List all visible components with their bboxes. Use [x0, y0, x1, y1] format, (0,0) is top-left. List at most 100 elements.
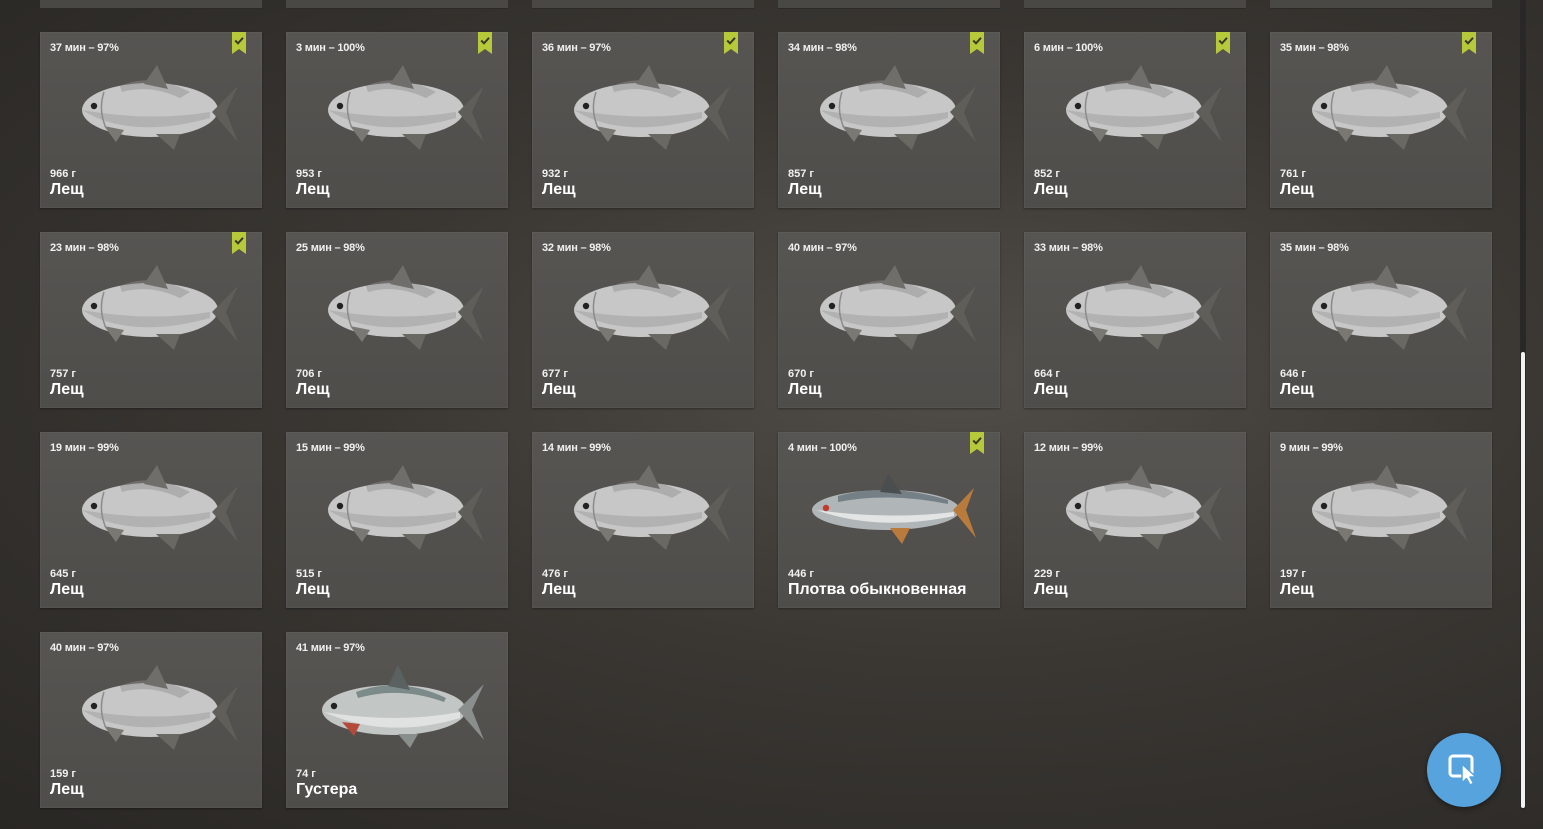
catch-time-quality: 37 мин – 97% [50, 42, 119, 54]
fish-name: Лещ [1034, 581, 1068, 598]
fish-name: Лещ [788, 381, 822, 398]
fish-card[interactable]: 25 мин – 98% 706 г Лещ [286, 232, 508, 408]
fish-card[interactable]: 37 мин – 97% 966 г Лещ [40, 32, 262, 208]
fish-card[interactable]: 36 мин – 97% 932 г Лещ [532, 32, 754, 208]
catch-time-quality: 12 мин – 99% [1034, 442, 1103, 454]
fish-name: Лещ [50, 381, 84, 398]
bream-fish-image [1290, 262, 1472, 354]
fish-card[interactable]: 40 мин – 97% 159 г Лещ [40, 632, 262, 808]
fish-name: Лещ [542, 381, 576, 398]
roach-fish-image [798, 462, 980, 554]
bream-fish-image [60, 462, 242, 554]
fish-weight: 74 г [296, 768, 316, 780]
card-edge [1270, 0, 1492, 9]
fish-name: Лещ [1034, 181, 1068, 198]
fish-card[interactable]: 35 мин – 98% 646 г Лещ [1270, 232, 1492, 408]
bream-fish-image [1044, 62, 1226, 154]
fish-card[interactable]: 40 мин – 97% 670 г Лещ [778, 232, 1000, 408]
catch-time-quality: 35 мин – 98% [1280, 42, 1349, 54]
fish-weight: 966 г [50, 168, 76, 180]
bream-fish-image [798, 62, 980, 154]
bream-fish-image [306, 62, 488, 154]
catch-time-quality: 32 мин – 98% [542, 242, 611, 254]
checkmark-bookmark-icon [970, 32, 984, 54]
checkmark-bookmark-icon [232, 232, 246, 254]
fish-weight: 515 г [296, 568, 322, 580]
catch-time-quality: 9 мин – 99% [1280, 442, 1343, 454]
fish-name: Лещ [788, 181, 822, 198]
fish-card[interactable]: 19 мин – 99% 645 г Лещ [40, 432, 262, 608]
fish-name: Лещ [296, 381, 330, 398]
catch-time-quality: 40 мин – 97% [50, 642, 119, 654]
fish-card[interactable]: 15 мин – 99% 515 г Лещ [286, 432, 508, 608]
fish-name: Лещ [50, 581, 84, 598]
catch-time-quality: 36 мин – 97% [542, 42, 611, 54]
bream-fish-image [306, 262, 488, 354]
fish-card[interactable]: 4 мин – 100% 446 г Плотва обыкновенная [778, 432, 1000, 608]
fish-name: Плотва обыкновенная [788, 581, 967, 598]
fish-name: Лещ [542, 181, 576, 198]
fish-name: Густера [296, 781, 358, 798]
catch-time-quality: 33 мин – 98% [1034, 242, 1103, 254]
fish-weight: 852 г [1034, 168, 1060, 180]
fish-name: Лещ [1280, 381, 1314, 398]
bream-fish-image [60, 62, 242, 154]
bream-fish-image [798, 262, 980, 354]
fish-card[interactable]: 14 мин – 99% 476 г Лещ [532, 432, 754, 608]
fish-card[interactable]: 34 мин – 98% 857 г Лещ [778, 32, 1000, 208]
cursor-mode-button[interactable] [1427, 733, 1501, 807]
silver-bream-fish-image [306, 662, 488, 754]
catch-time-quality: 4 мин – 100% [788, 442, 857, 454]
checkmark-bookmark-icon [232, 32, 246, 54]
card-edge [532, 0, 754, 9]
checkmark-bookmark-icon [478, 32, 492, 54]
fish-name: Лещ [1034, 381, 1068, 398]
fish-name: Лещ [1280, 181, 1314, 198]
catch-time-quality: 25 мин – 98% [296, 242, 365, 254]
fish-weight: 645 г [50, 568, 76, 580]
bream-fish-image [1044, 462, 1226, 554]
catch-time-quality: 3 мин – 100% [296, 42, 365, 54]
fish-weight: 761 г [1280, 168, 1306, 180]
checkmark-bookmark-icon [1216, 32, 1230, 54]
checkmark-bookmark-icon [724, 32, 738, 54]
catch-time-quality: 41 мин – 97% [296, 642, 365, 654]
fish-card[interactable]: 32 мин – 98% 677 г Лещ [532, 232, 754, 408]
fish-card[interactable]: 12 мин – 99% 229 г Лещ [1024, 432, 1246, 608]
fish-weight: 953 г [296, 168, 322, 180]
catch-time-quality: 40 мин – 97% [788, 242, 857, 254]
fish-card[interactable]: 41 мин – 97% 74 г Густера [286, 632, 508, 808]
catch-time-quality: 35 мин – 98% [1280, 242, 1349, 254]
fish-weight: 706 г [296, 368, 322, 380]
bream-fish-image [552, 262, 734, 354]
scrollbar-thumb[interactable] [1521, 352, 1525, 808]
catch-time-quality: 23 мин – 98% [50, 242, 119, 254]
fish-weight: 159 г [50, 768, 76, 780]
fish-name: Лещ [296, 181, 330, 198]
card-edge [40, 0, 262, 9]
fish-name: Лещ [50, 181, 84, 198]
fish-name: Лещ [1280, 581, 1314, 598]
fish-card[interactable]: 3 мин – 100% 953 г Лещ [286, 32, 508, 208]
catch-time-quality: 15 мин – 99% [296, 442, 365, 454]
fish-weight: 677 г [542, 368, 568, 380]
card-edge [1024, 0, 1246, 9]
fish-card[interactable]: 6 мин – 100% 852 г Лещ [1024, 32, 1246, 208]
checkmark-bookmark-icon [1462, 32, 1476, 54]
bream-fish-image [552, 62, 734, 154]
bream-fish-image [306, 462, 488, 554]
bream-fish-image [60, 262, 242, 354]
fish-weight: 476 г [542, 568, 568, 580]
fish-card[interactable]: 35 мин – 98% 761 г Лещ [1270, 32, 1492, 208]
fish-name: Лещ [50, 781, 84, 798]
fish-card[interactable]: 33 мин – 98% 664 г Лещ [1024, 232, 1246, 408]
bream-fish-image [60, 662, 242, 754]
bream-fish-image [552, 462, 734, 554]
fish-card[interactable]: 9 мин – 99% 197 г Лещ [1270, 432, 1492, 608]
catch-time-quality: 14 мин – 99% [542, 442, 611, 454]
fish-weight: 670 г [788, 368, 814, 380]
fish-weight: 664 г [1034, 368, 1060, 380]
fish-card[interactable]: 23 мин – 98% 757 г Лещ [40, 232, 262, 408]
fish-weight: 646 г [1280, 368, 1306, 380]
catch-time-quality: 6 мин – 100% [1034, 42, 1103, 54]
